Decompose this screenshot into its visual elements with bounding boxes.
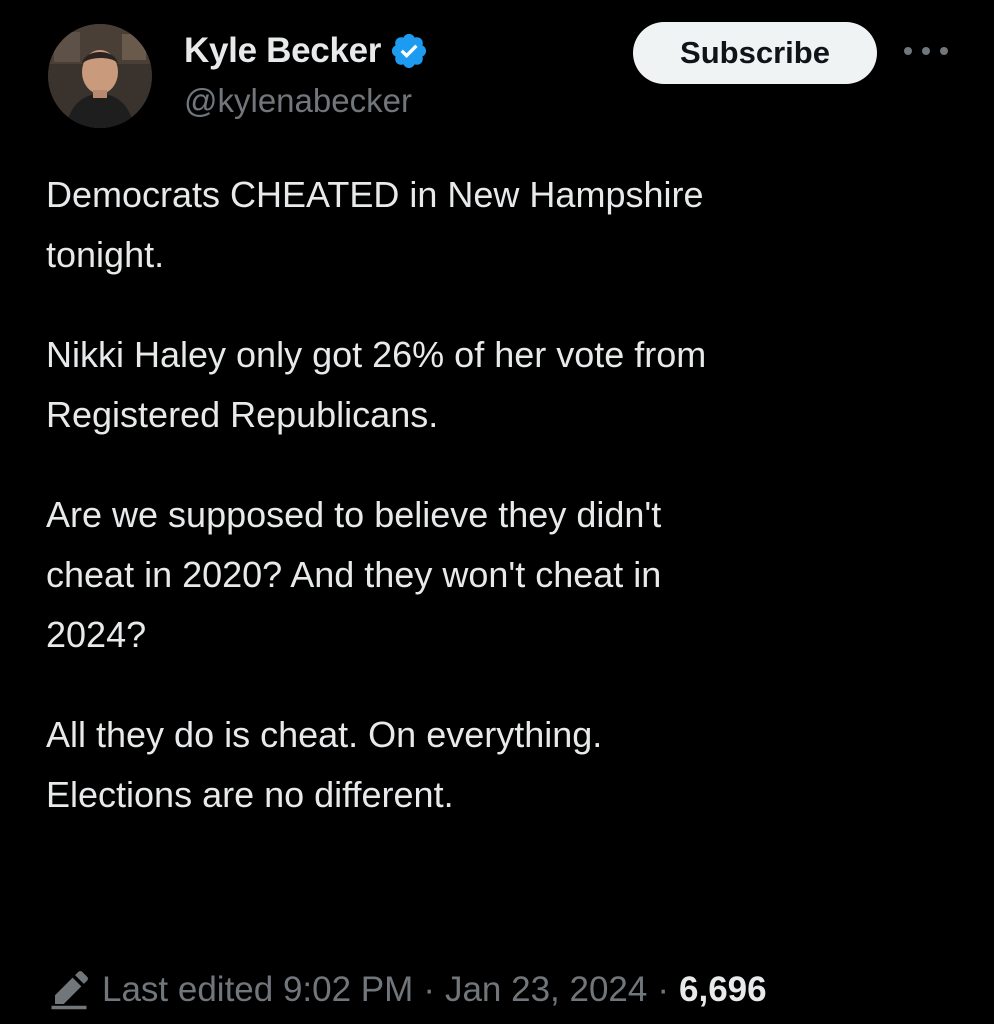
tweet-paragraph: Nikki Haley only got 26% of her vote fro… bbox=[46, 334, 707, 435]
tweet-paragraph: Are we supposed to believe they didn't c… bbox=[46, 494, 662, 655]
tweet-metadata: Last edited 9:02 PM · Jan 23, 2024 · 6,6… bbox=[48, 962, 767, 1018]
author-handle[interactable]: @kylenabecker bbox=[184, 82, 412, 120]
view-count[interactable]: 6,696 bbox=[679, 970, 767, 1010]
separator: · bbox=[423, 970, 435, 1009]
more-options-icon[interactable] bbox=[904, 36, 948, 66]
verified-badge-icon[interactable] bbox=[389, 31, 429, 71]
author-display-name[interactable]: Kyle Becker bbox=[184, 31, 381, 71]
pencil-edit-icon[interactable] bbox=[48, 969, 90, 1011]
author-name-row: Kyle Becker bbox=[184, 28, 429, 74]
post-date[interactable]: Jan 23, 2024 bbox=[445, 970, 647, 1010]
edited-timestamp[interactable]: Last edited 9:02 PM bbox=[102, 970, 413, 1010]
tweet-card: Kyle Becker @kylenabecker Subscribe Demo… bbox=[0, 0, 994, 1024]
separator: · bbox=[657, 970, 670, 1009]
subscribe-button[interactable]: Subscribe bbox=[633, 22, 877, 84]
avatar[interactable] bbox=[48, 24, 152, 128]
tweet-paragraph: Democrats CHEATED in New Hampshire tonig… bbox=[46, 174, 704, 275]
tweet-text: Democrats CHEATED in New Hampshire tonig… bbox=[46, 165, 946, 825]
avatar-photo bbox=[48, 24, 152, 128]
tweet-paragraph: All they do is cheat. On everything. Ele… bbox=[46, 714, 603, 815]
